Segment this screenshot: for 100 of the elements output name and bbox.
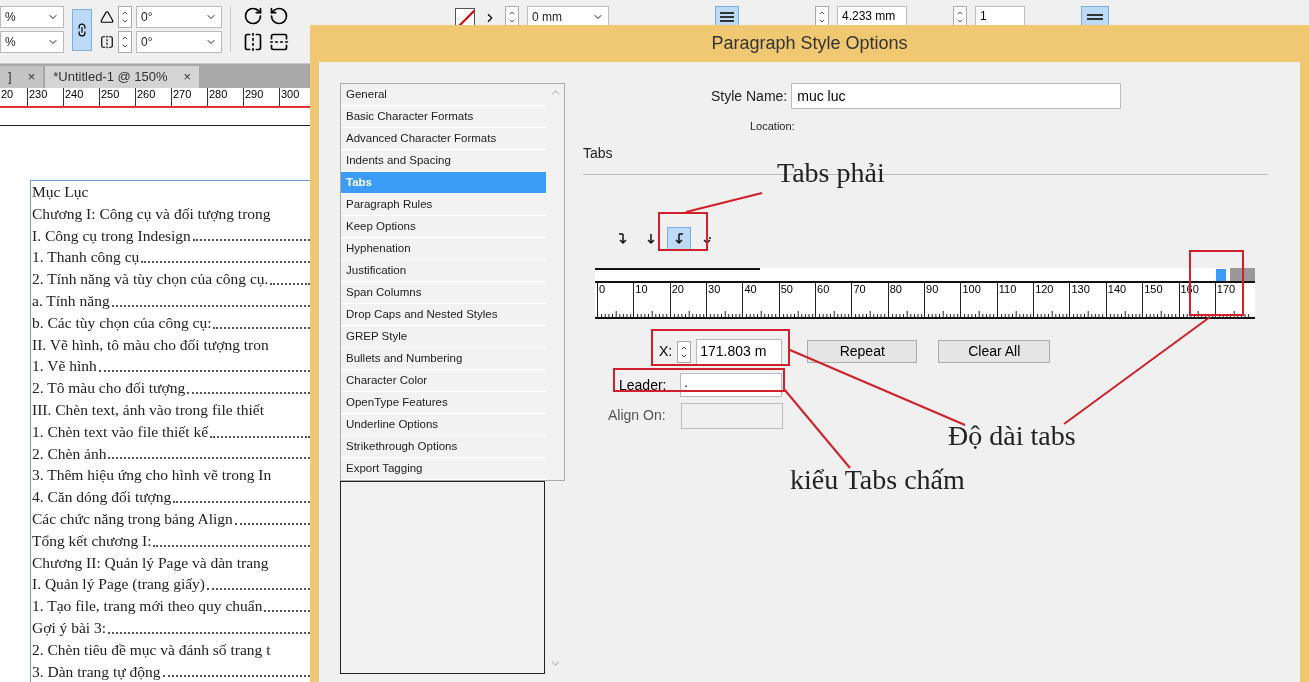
ruler-number: 140 [1106,282,1128,295]
toc-line: Mục Lục [32,182,90,202]
annotation-text: kiểu Tabs chấm [790,464,965,496]
angle-icon [100,10,114,24]
stepper[interactable] [815,6,829,28]
tab-stop-marker[interactable] [1216,268,1226,281]
ruler-number: 90 [925,282,940,295]
stepper[interactable] [118,31,132,53]
toc-line: III. Chèn text, ảnh vào trong file thiết [32,399,265,420]
ruler-number: 80 [888,282,903,295]
ruler-number: 130 [1070,282,1091,295]
ruler-number: 100 [961,282,982,295]
ruler-number: 300 [281,88,300,100]
ruler-number: 0 [598,282,607,295]
section-heading: Tabs [583,143,614,163]
ruler-number: 120 [1034,282,1055,295]
clear-all-button[interactable]: Clear All [938,340,1051,363]
ruler-number: 150 [1143,282,1164,295]
stepper[interactable] [118,6,132,28]
category-item[interactable]: Strikethrough Options [341,436,546,458]
toc-line: I. Công cụ trong Indesign [32,224,310,247]
category-item[interactable]: Bullets and Numbering [341,348,546,370]
stroke-swatch[interactable] [455,8,475,28]
category-item[interactable]: Hyphenation [341,238,546,260]
ruler-number: 50 [779,282,794,295]
constrain-button[interactable] [72,9,92,51]
single-line-button[interactable] [1081,6,1109,28]
field-label: Align On: [608,406,667,425]
ruler-number: 240 [65,88,84,100]
stepper[interactable] [677,340,692,363]
tab-stop-track[interactable] [595,267,1255,283]
ruler-number: 20 [1,88,14,100]
stepper[interactable] [953,6,967,28]
columns-field[interactable]: 1 [975,6,1025,28]
toc-line: 3. Thêm hiệu ứng cho hình vẽ trong In [32,465,273,486]
toc-line: 1. Chèn text vào file thiết kế [32,420,310,443]
scale-field[interactable]: % [0,31,64,53]
shear-icon [100,35,114,49]
rotate-icon[interactable] [243,6,263,26]
style-name-field[interactable]: muc luc [791,83,1122,109]
ruler-number: 10 [634,282,649,295]
ruler-number: 60 [816,282,831,295]
document-tab[interactable]: *Untitled-1 @ 150% × [45,66,200,88]
category-item[interactable]: Keep Options [341,216,546,238]
dialog-title: Paragraph Style Options [711,32,908,55]
scale-field[interactable]: % [0,6,64,28]
ruler-number: 20 [670,282,685,295]
category-item[interactable]: GREP Style [341,326,546,348]
document-tab[interactable]: ] × [0,66,44,88]
ruler-ticks [598,308,634,317]
category-item[interactable]: Paragraph Rules [341,194,546,216]
close-icon[interactable]: × [27,67,36,87]
rotation-field[interactable]: 0° [136,6,222,28]
ruler-number: 260 [137,88,156,100]
toc-line: Chương I: Công cụ và đối tượng trong [32,203,272,224]
tab-label: ] [8,68,12,87]
highlight-box [658,212,708,251]
field-label: Style Name: [711,86,788,106]
tab-label: *Untitled-1 @ 150% [53,68,168,87]
align-left-button[interactable] [715,6,739,28]
flip-icon[interactable] [243,32,263,52]
ruler-number: 170 [1215,282,1237,295]
leading-field[interactable]: 4.233 mm [837,6,907,26]
ruler-number: 270 [173,88,192,100]
tab-arrow-icon [646,232,656,245]
repeat-button[interactable]: Repeat [807,340,918,363]
category-item[interactable]: Span Columns [341,282,546,304]
field-label: Leader: [619,376,668,393]
category-item[interactable]: Export Tagging [341,458,546,480]
category-item[interactable]: OpenType Features [341,392,546,414]
toc-line: 1. Thanh công cụ [32,246,310,269]
ruler-number: 250 [101,88,120,100]
toc-line: II. Vẽ hình, tô màu cho đối tượng tron [32,334,270,355]
category-item[interactable]: Advanced Character Formats [341,128,546,150]
toc-line: 1. Vẽ hình [32,355,310,378]
shear-field[interactable]: 0° [136,31,222,53]
category-item[interactable]: Justification [341,260,546,282]
stroke-weight-field[interactable]: 0 mm [527,6,609,28]
ruler-number: 40 [743,282,758,295]
toc-line: 3. Dàn trang tự động [32,660,310,682]
leader-field[interactable]: . [680,372,782,397]
toc-line: Gợi ý bài 3: [32,616,310,639]
category-item[interactable]: Drop Caps and Nested Styles [341,304,546,326]
tab-align-button[interactable] [667,226,691,251]
close-icon[interactable]: × [183,67,192,87]
tab-arrow-icon [674,232,684,245]
link-icon [75,23,89,37]
position-field[interactable]: 171.803 m [696,338,783,365]
ruler-number: 230 [29,88,48,100]
rotate-icon[interactable] [269,6,289,26]
stepper[interactable] [505,6,519,28]
category-item[interactable]: Basic Character Formats [341,106,546,128]
toc-line: I. Quản lý Page (trang giấy) [32,573,310,596]
ruler-number: 290 [245,88,264,100]
category-item[interactable]: Underline Options [341,414,546,436]
flip-icon[interactable] [269,32,289,52]
category-item[interactable]: General [341,84,546,106]
toc-line: 2. Chèn ảnh [32,442,310,465]
category-item[interactable]: Character Color [341,370,546,392]
toc-line: 2. Chèn tiêu đề mục và đánh số trang t [32,639,272,660]
